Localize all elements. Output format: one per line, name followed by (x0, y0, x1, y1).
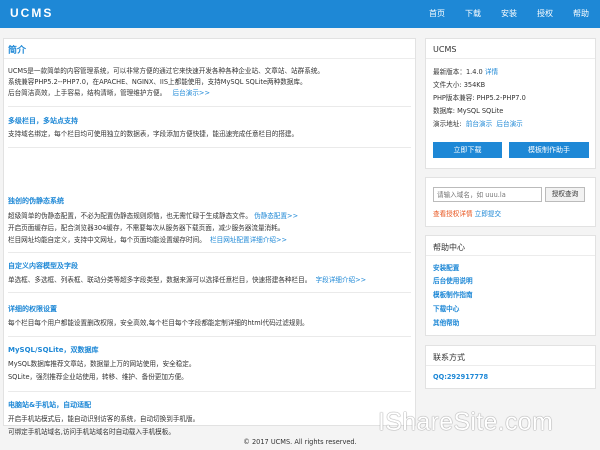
panel-divider (426, 58, 595, 59)
help-link-admin-guide[interactable]: 后台使用说明 (433, 275, 473, 285)
site-logo[interactable]: UCMS (10, 6, 53, 20)
download-button[interactable]: 立即下载 (433, 142, 502, 158)
section-divider (8, 336, 411, 337)
front-demo-link[interactable]: 前台演示 (466, 120, 492, 128)
section-divider (8, 252, 411, 253)
section-text: 单选框、多选框、列表框、联动分类等超多字段类型，数据来源可以选择任意栏目，快速搭… (8, 276, 367, 284)
section-divider (8, 147, 411, 148)
section-divider (8, 106, 411, 107)
section-divider (8, 391, 411, 392)
column-url-details-link[interactable]: 栏目网址配置详细介绍>> (210, 236, 287, 244)
section-text: MySQL数据库推荐文章站，数据量上万的网站使用，安全稳定。 (8, 360, 196, 368)
section-divider (8, 292, 411, 293)
field-details-link[interactable]: 字段详细介绍>> (316, 276, 367, 284)
title-divider (4, 58, 415, 59)
nav-download[interactable]: 下载 (455, 0, 491, 28)
domain-search-input[interactable] (433, 187, 542, 202)
section-title: 电脑站&手机站，自动适配 (8, 401, 92, 409)
help-center-panel: 帮助中心 安装配置 后台使用说明 模板制作指南 下载中心 其他帮助 (425, 235, 596, 336)
section-text: 开启手机站模式后，能自动识别访客的系统，自动切换到手机版。 (8, 415, 200, 423)
version-details-link[interactable]: 详情 (485, 68, 498, 76)
nav-help[interactable]: 帮助 (563, 0, 600, 28)
license-record-link[interactable]: 查看授权详情 (433, 210, 473, 218)
intro-text: UCMS是一款简单的内容管理系统，可以非常方便的通过它来快速开发各种各种企业站、… (8, 67, 325, 75)
section-text: SQLite，强烈推荐企业站使用，转移、维护、备份更加方便。 (8, 373, 188, 381)
help-link-download-center[interactable]: 下载中心 (433, 303, 459, 313)
section-text: 支持域名绑定，每个栏目均可使用独立的数据表，字段添加方便快捷，能迅速完成任意栏目… (8, 130, 299, 138)
license-links: 查看授权详情 立即提交 (433, 208, 501, 218)
section-text: 超级简单的伪静态配置，不必为配置伪静态规则烦恼，也无需忙碌于生成静态文件。 伪静… (8, 212, 299, 220)
panel-heading: UCMS (433, 45, 457, 54)
panel-heading: 联系方式 (433, 353, 465, 362)
php-compat: PHP版本兼容: PHP5.2-PHP7.0 (433, 94, 526, 102)
nav-license[interactable]: 授权 (527, 0, 563, 28)
pseudo-static-config-link[interactable]: 伪静态配置>> (254, 212, 298, 220)
contact-panel: 联系方式 QQ:292917778 (425, 345, 596, 389)
panel-divider (426, 365, 595, 366)
license-search-panel: 授权查询 查看授权详情 立即提交 (425, 177, 596, 227)
file-size: 文件大小: 354KB (433, 81, 486, 89)
main-nav: 首页 下载 安装 授权 帮助 (419, 0, 600, 28)
panel-heading: 帮助中心 (433, 243, 465, 252)
page-title: 简介 (8, 46, 27, 56)
section-text: 可绑定手机站域名,访问手机站域名时自动载入手机模板。 (8, 428, 175, 436)
main-content-panel: 简介 UCMS是一款简单的内容管理系统，可以非常方便的通过它来快速开发各种各种企… (3, 38, 416, 436)
demo-links: 演示地址: 前台演示 后台演示 (433, 120, 523, 128)
help-link-template-guide[interactable]: 模板制作指南 (433, 289, 473, 299)
version-info: 最新版本：1.4.0 详情 (433, 68, 499, 76)
panel-divider (426, 255, 595, 256)
qq-contact[interactable]: QQ:292917778 (433, 373, 488, 381)
admin-demo-link[interactable]: 后台演示>> (173, 89, 210, 97)
watermark: IShareSite.com (378, 408, 554, 436)
section-title: 详细的权限设置 (8, 305, 57, 313)
intro-text: 系统兼容PHP5.2--PHP7.0，在APACHE、NGINX、IIS上都能使… (8, 78, 307, 86)
help-link-other[interactable]: 其他帮助 (433, 317, 459, 327)
database-info: 数据库: MySQL SQLite (433, 107, 504, 115)
page-footer: © 2017 UCMS. All rights reserved. (243, 438, 357, 446)
nav-home[interactable]: 首页 (419, 0, 455, 28)
template-helper-button[interactable]: 模板制作助手 (509, 142, 589, 158)
nav-install[interactable]: 安装 (491, 0, 527, 28)
license-query-button[interactable]: 授权查询 (545, 187, 585, 202)
section-title: 独创的伪静态系统 (8, 197, 64, 205)
section-text: 栏目网址均能自定义，支持中文网址，每个页面均能设置缓存时间。 栏目网址配置详细介… (8, 236, 288, 244)
help-link-install[interactable]: 安装配置 (433, 262, 459, 272)
section-title: 多级栏目，多站点支持 (8, 117, 78, 125)
section-text: 开启页面缓存后，配合浏览器304缓存，不需要每次从服务器下载页面，减少服务器流量… (8, 224, 285, 232)
intro-text: 后台简洁高效，上手容易，结构清晰，管理维护方便。 后台演示>> (8, 89, 210, 97)
top-navigation-bar: UCMS 首页 下载 安装 授权 帮助 (0, 0, 600, 28)
back-demo-link[interactable]: 后台演示 (496, 120, 522, 128)
section-title: 自定义内容模型及字段 (8, 262, 78, 270)
section-text: 每个栏目每个用户都能设置删改权限，安全高效,每个栏目每个字段都能定制详细的htm… (8, 319, 309, 327)
product-info-panel: UCMS 最新版本：1.4.0 详情 文件大小: 354KB PHP版本兼容: … (425, 38, 596, 169)
submit-now-link[interactable]: 立即提交 (475, 210, 501, 218)
section-title: MySQL/SQLite，双数据库 (8, 346, 99, 354)
